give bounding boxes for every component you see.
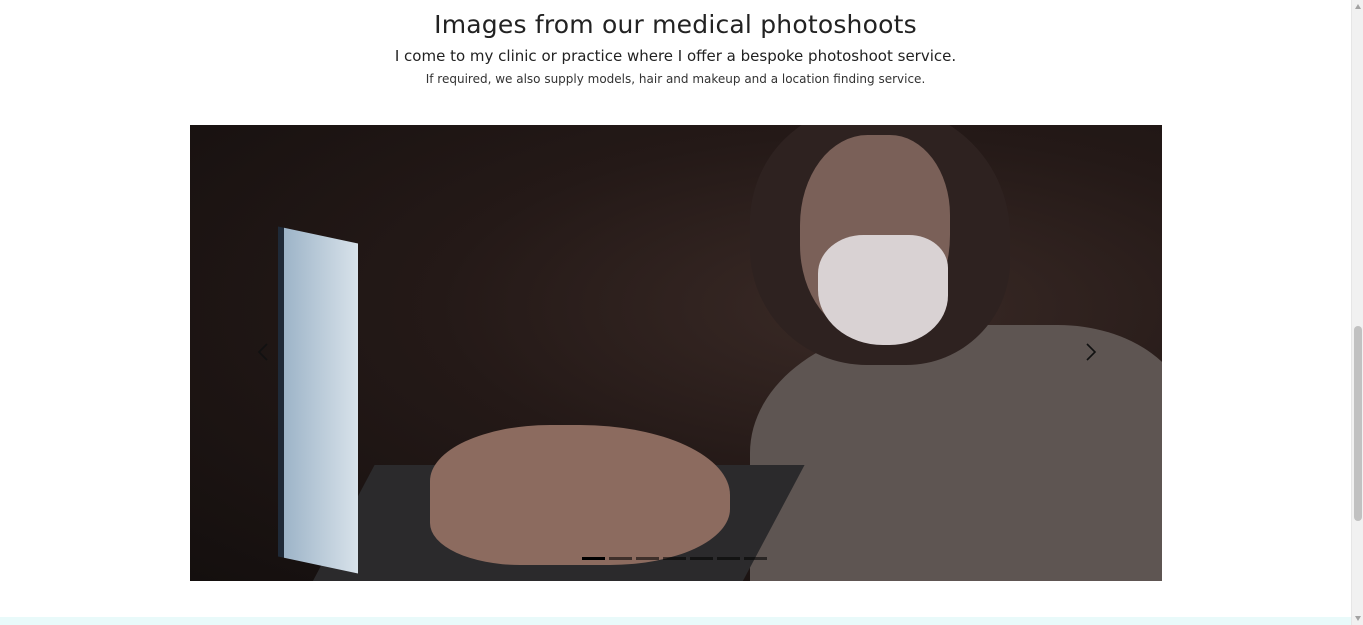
carousel-indicator-3[interactable]: [636, 557, 659, 560]
carousel-indicator-6[interactable]: [717, 557, 740, 560]
chevron-left-icon: [257, 343, 268, 361]
scroll-down-icon[interactable]: [1354, 614, 1362, 622]
image-carousel[interactable]: [190, 125, 1162, 581]
section-description: If required, we also supply models, hair…: [425, 72, 926, 86]
carousel-slide-image: [190, 125, 1162, 581]
section-subtitle: I come to my clinic or practice where I …: [394, 47, 957, 65]
scrollbar-thumb[interactable]: [1354, 326, 1362, 521]
page-scrollbar[interactable]: [1351, 0, 1363, 625]
photo-face-mask: [818, 235, 948, 345]
photo-laptop-screen: [278, 226, 358, 574]
carousel-next-button[interactable]: [1080, 342, 1100, 362]
carousel-indicators: [582, 557, 767, 563]
photo-person-body: [750, 325, 1162, 581]
scroll-up-icon[interactable]: [1354, 3, 1362, 11]
carousel-indicator-4[interactable]: [663, 557, 686, 560]
chevron-right-icon: [1086, 343, 1097, 361]
carousel-prev-button[interactable]: [254, 342, 274, 362]
carousel-indicator-5[interactable]: [690, 557, 713, 560]
page: Images from our medical photoshoots I co…: [0, 0, 1351, 625]
photo-hands: [430, 425, 730, 565]
section-title: Images from our medical photoshoots: [434, 10, 917, 39]
carousel-indicator-1[interactable]: [582, 557, 605, 560]
carousel-indicator-2[interactable]: [609, 557, 632, 560]
carousel-indicator-7[interactable]: [744, 557, 767, 560]
next-section-strip: [0, 617, 1351, 625]
